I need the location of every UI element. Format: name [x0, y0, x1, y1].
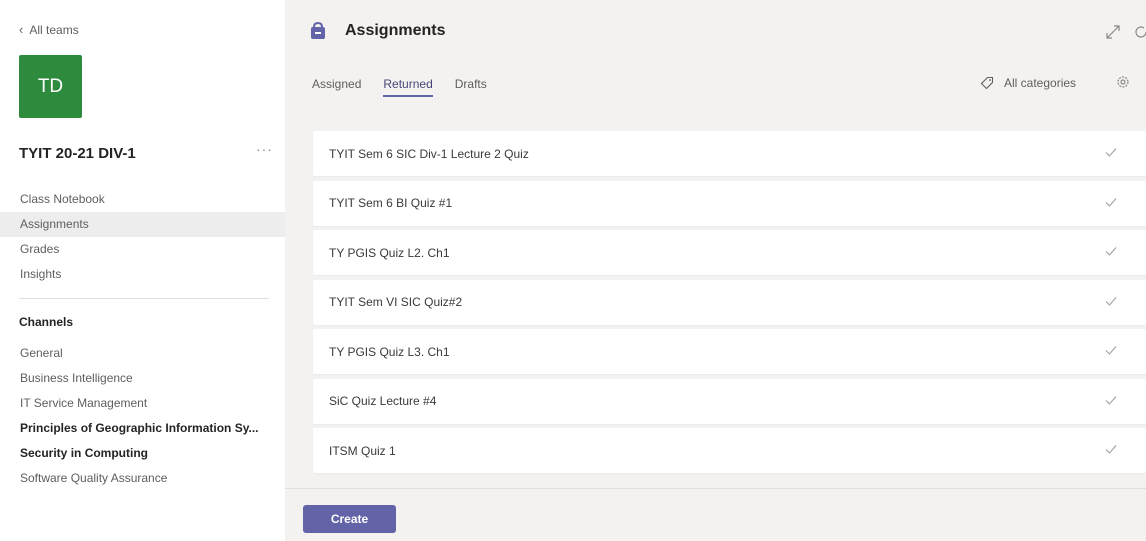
assignment-tabs: Assigned Returned Drafts [312, 77, 487, 97]
footer-bar: Create [285, 488, 1146, 541]
chevron-left-icon: ‹ [19, 22, 24, 37]
app-header: Assignments [285, 8, 1146, 56]
assignment-row[interactable]: ITSM Quiz 1 [313, 428, 1146, 473]
assignment-row[interactable]: TYIT Sem 6 SIC Div-1 Lecture 2 Quiz [313, 131, 1146, 176]
assignment-title: SiC Quiz Lecture #4 [329, 394, 437, 408]
check-icon [1105, 197, 1117, 207]
check-icon [1105, 148, 1117, 157]
tab-drafts[interactable]: Drafts [455, 77, 487, 97]
team-nav: Class Notebook Assignments Grades Insigh… [0, 187, 285, 287]
assignment-row[interactable]: SiC Quiz Lecture #4 [313, 378, 1146, 424]
assignment-title: TYIT Sem 6 SIC Div-1 Lecture 2 Quiz [329, 146, 529, 161]
tab-returned[interactable]: Returned [383, 77, 433, 97]
assignment-title: TY PGIS Quiz L3. Ch1 [329, 344, 450, 359]
category-filter-label: All categories [1004, 76, 1077, 90]
channel-list: General Business Intelligence IT Service… [0, 341, 285, 491]
check-icon [1105, 395, 1117, 405]
check-icon [1105, 346, 1117, 355]
team-name: TYIT 20-21 DIV-1 [19, 145, 136, 162]
tag-icon [980, 76, 994, 90]
assignments-panel: Assignments Assigned Returned Drafts All… [285, 0, 1146, 541]
nav-item-insights[interactable]: Insights [0, 262, 285, 287]
team-avatar[interactable]: TD [19, 55, 82, 118]
tab-assigned[interactable]: Assigned [312, 77, 361, 97]
nav-item-assignments[interactable]: Assignments [0, 212, 285, 237]
all-teams-link[interactable]: ‹ All teams [19, 22, 79, 37]
page-title: Assignments [345, 22, 446, 39]
refresh-icon[interactable] [1133, 24, 1146, 40]
check-icon [1105, 247, 1117, 256]
channel-it-service-management[interactable]: IT Service Management [0, 391, 285, 416]
nav-item-grades[interactable]: Grades [0, 237, 285, 262]
channel-software-quality-assurance[interactable]: Software Quality Assurance [0, 466, 285, 491]
channels-heading: Channels [19, 315, 74, 329]
nav-item-class-notebook[interactable]: Class Notebook [0, 187, 285, 212]
sidebar-divider [19, 298, 269, 299]
assignment-row[interactable]: TY PGIS Quiz L3. Ch1 [313, 329, 1146, 374]
channel-security-in-computing[interactable]: Security in Computing [0, 441, 285, 466]
assignment-row[interactable]: TY PGIS Quiz L2. Ch1 [313, 230, 1146, 275]
gear-icon[interactable] [1115, 74, 1131, 90]
assignment-row[interactable]: TYIT Sem 6 BI Quiz #1 [313, 180, 1146, 226]
assignment-title: TY PGIS Quiz L2. Ch1 [329, 245, 450, 260]
assignment-title: ITSM Quiz 1 [329, 443, 396, 458]
assignment-list: TYIT Sem 6 SIC Div-1 Lecture 2 Quiz TYIT… [313, 131, 1146, 478]
expand-icon[interactable] [1105, 24, 1121, 40]
assignment-row[interactable]: TYIT Sem VI SIC Quiz#2 [313, 279, 1146, 325]
create-button[interactable]: Create [303, 505, 396, 533]
assignment-title: TYIT Sem VI SIC Quiz#2 [329, 295, 463, 309]
more-options-icon[interactable]: ··· [256, 141, 273, 157]
channel-general[interactable]: General [0, 341, 285, 366]
channel-principles-of-gis[interactable]: Principles of Geographic Information Sy.… [0, 416, 285, 441]
all-teams-label: All teams [29, 22, 79, 37]
sidebar: ‹ All teams TD TYIT 20-21 DIV-1 ··· Clas… [0, 0, 285, 541]
assignment-title: TYIT Sem 6 BI Quiz #1 [329, 196, 453, 210]
assignments-bag-icon [311, 22, 325, 39]
check-icon [1105, 296, 1117, 306]
check-icon [1105, 445, 1117, 454]
category-filter[interactable]: All categories [980, 76, 1076, 90]
channel-business-intelligence[interactable]: Business Intelligence [0, 366, 285, 391]
